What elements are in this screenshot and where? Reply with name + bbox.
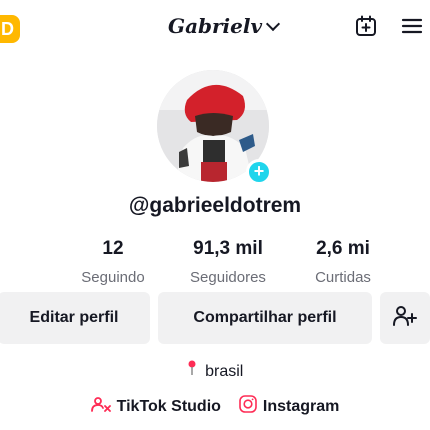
- tiktok-studio-icon: [90, 396, 111, 417]
- bio: brasil: [0, 360, 430, 381]
- stats-row: 12 Seguindo 91,3 mil Seguidores 2,6 mi C…: [58, 238, 398, 286]
- stat-following-value: 12: [102, 238, 124, 259]
- add-story-button[interactable]: +: [246, 159, 272, 185]
- profile-handle: @gabrieeldotrem: [128, 194, 302, 217]
- tiktok-studio-label: TikTok Studio: [116, 397, 221, 415]
- stat-following[interactable]: 12 Seguindo: [58, 238, 168, 286]
- instagram-label: Instagram: [262, 397, 340, 415]
- add-user-icon: [392, 305, 418, 332]
- stat-followers-value: 91,3 mil: [193, 238, 263, 259]
- account-switcher[interactable]: Gabrielv: [168, 12, 281, 40]
- stat-followers[interactable]: 91,3 mil Seguidores: [173, 238, 283, 286]
- tiktok-studio-link[interactable]: TikTok Studio: [90, 395, 221, 418]
- stat-likes[interactable]: 2,6 mi Curtidas: [288, 238, 398, 286]
- stat-likes-label: Curtidas: [315, 269, 371, 286]
- instagram-icon: [239, 395, 257, 418]
- menu-icon[interactable]: [400, 14, 424, 38]
- instagram-link[interactable]: Instagram: [239, 395, 339, 418]
- share-profile-button[interactable]: Compartilhar perfil: [158, 292, 372, 344]
- edit-profile-button[interactable]: Editar perfil: [0, 292, 150, 344]
- top-bar: D Gabrielv: [0, 0, 430, 52]
- username-title: Gabrielv: [168, 14, 263, 38]
- stat-followers-label: Seguidores: [190, 269, 266, 286]
- calendar-add-icon[interactable]: [354, 14, 378, 38]
- promo-badge[interactable]: D: [0, 15, 20, 43]
- add-friend-button[interactable]: [380, 292, 430, 344]
- stat-following-label: Seguindo: [81, 269, 145, 286]
- stat-likes-value: 2,6 mi: [316, 238, 370, 259]
- profile-actions: Editar perfil Compartilhar perfil: [0, 292, 430, 344]
- chevron-down-icon: [266, 16, 281, 31]
- bio-location: brasil: [205, 363, 244, 380]
- profile-links: TikTok Studio Instagram: [0, 395, 430, 418]
- pushpin-icon: [187, 360, 201, 380]
